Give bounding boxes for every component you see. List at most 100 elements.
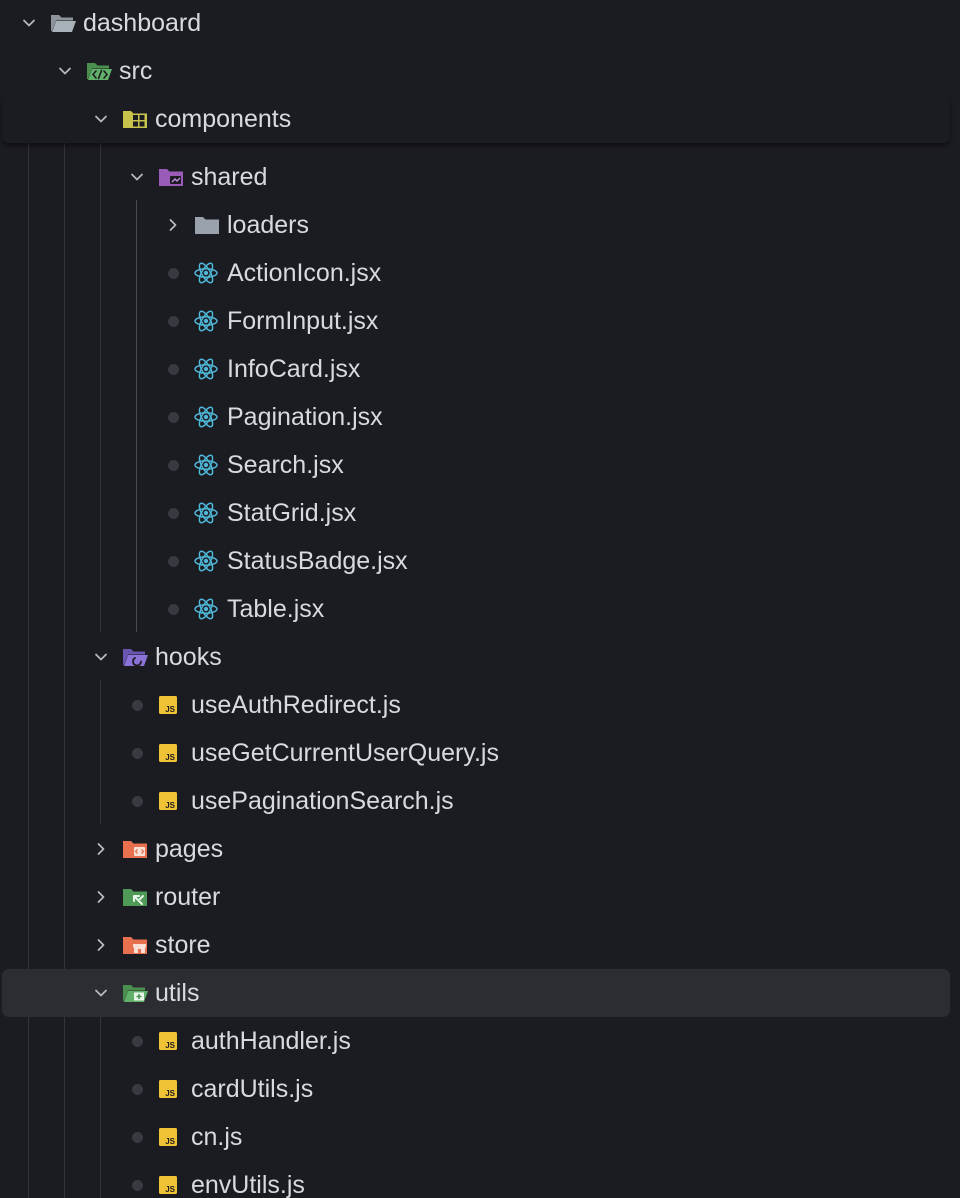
bullet-dot <box>123 1171 151 1198</box>
react-icon <box>193 259 223 287</box>
tree-file-item[interactable]: ActionIcon.jsx <box>2 249 950 297</box>
tree-folder-loaders[interactable]: loaders <box>2 201 950 249</box>
file-explorer-tree: dashboard src components shared loaders … <box>0 0 960 1198</box>
chevron-down-icon[interactable] <box>87 105 115 133</box>
folder-icon <box>193 211 223 239</box>
tree-file-item[interactable]: JS useAuthRedirect.js <box>2 681 950 729</box>
tree-file-item[interactable]: JS envUtils.js <box>2 1161 950 1198</box>
svg-text:JS: JS <box>165 753 175 762</box>
tree-folder-components[interactable]: components <box>2 95 950 143</box>
tree-file-item[interactable]: JS useGetCurrentUserQuery.js <box>2 729 950 777</box>
tree-file-item[interactable]: FormInput.jsx <box>2 297 950 345</box>
tree-file-item[interactable]: JS authHandler.js <box>2 1017 950 1065</box>
tree-file-item[interactable]: InfoCard.jsx <box>2 345 950 393</box>
bullet-dot <box>159 547 187 575</box>
tree-label: FormInput.jsx <box>227 307 379 335</box>
tree-folder-dashboard[interactable]: dashboard <box>2 0 950 47</box>
tree-label: utils <box>155 979 200 1007</box>
bullet-dot <box>123 787 151 815</box>
bullet-dot <box>123 1027 151 1055</box>
chevron-down-icon[interactable] <box>87 979 115 1007</box>
tree-file-item[interactable]: StatGrid.jsx <box>2 489 950 537</box>
react-icon <box>193 547 223 575</box>
tree-label: StatGrid.jsx <box>227 499 357 527</box>
tree-label: ActionIcon.jsx <box>227 259 382 287</box>
js-icon: JS <box>157 739 187 767</box>
tree-label: shared <box>191 163 268 191</box>
tree-label: envUtils.js <box>191 1171 305 1198</box>
react-icon <box>193 499 223 527</box>
tree-file-item[interactable]: JS cardUtils.js <box>2 1065 950 1113</box>
tree-label: InfoCard.jsx <box>227 355 361 383</box>
svg-text:JS: JS <box>165 1137 175 1146</box>
chevron-down-icon[interactable] <box>123 163 151 191</box>
js-icon: JS <box>157 691 187 719</box>
tree-label: components <box>155 105 292 133</box>
js-icon: JS <box>157 1027 187 1055</box>
bullet-dot <box>159 355 187 383</box>
tree-label: Table.jsx <box>227 595 325 623</box>
chevron-down-icon[interactable] <box>87 643 115 671</box>
tree-label: pages <box>155 835 224 863</box>
react-icon <box>193 403 223 431</box>
tree-label: dashboard <box>83 9 202 37</box>
tree-file-item[interactable]: JS usePaginationSearch.js <box>2 777 950 825</box>
bullet-dot <box>123 691 151 719</box>
bullet-dot <box>159 499 187 527</box>
bullet-dot <box>159 403 187 431</box>
folder-router-icon <box>121 883 151 911</box>
bullet-dot <box>159 307 187 335</box>
folder-shared-icon <box>157 163 187 191</box>
tree-file-item[interactable]: Pagination.jsx <box>2 393 950 441</box>
react-icon <box>193 307 223 335</box>
svg-text:JS: JS <box>165 705 175 714</box>
tree-label: Pagination.jsx <box>227 403 383 431</box>
svg-text:JS: JS <box>165 1185 175 1194</box>
tree-folder-hooks[interactable]: hooks <box>2 633 950 681</box>
folder-components-icon <box>121 105 151 133</box>
bullet-dot <box>123 1123 151 1151</box>
chevron-right-icon[interactable] <box>87 835 115 863</box>
bullet-dot <box>159 259 187 287</box>
tree-folder-store[interactable]: store <box>2 921 950 969</box>
tree-file-item[interactable]: Table.jsx <box>2 585 950 633</box>
folder-pages-icon <box>121 835 151 863</box>
folder-store-icon <box>121 931 151 959</box>
js-icon: JS <box>157 1171 187 1198</box>
tree-label: authHandler.js <box>191 1027 351 1055</box>
tree-label: store <box>155 931 211 959</box>
tree-file-item[interactable]: JS cn.js <box>2 1113 950 1161</box>
react-icon <box>193 451 223 479</box>
chevron-down-icon[interactable] <box>51 57 79 85</box>
tree-file-item[interactable]: StatusBadge.jsx <box>2 537 950 585</box>
tree-label: StatusBadge.jsx <box>227 547 408 575</box>
tree-label: loaders <box>227 211 309 239</box>
tree-label: Search.jsx <box>227 451 344 479</box>
tree-folder-utils[interactable]: utils <box>2 969 950 1017</box>
tree-label: cn.js <box>191 1123 243 1151</box>
js-icon: JS <box>157 1123 187 1151</box>
svg-text:JS: JS <box>165 1089 175 1098</box>
tree-label: cardUtils.js <box>191 1075 314 1103</box>
folder-utils-icon <box>121 979 151 1007</box>
chevron-right-icon[interactable] <box>87 883 115 911</box>
chevron-down-icon[interactable] <box>15 9 43 37</box>
svg-text:JS: JS <box>165 1041 175 1050</box>
tree-label: useGetCurrentUserQuery.js <box>191 739 499 767</box>
tree-folder-src[interactable]: src <box>2 47 950 95</box>
tree-label: hooks <box>155 643 222 671</box>
tree-label: src <box>119 57 153 85</box>
react-icon <box>193 355 223 383</box>
react-icon <box>193 595 223 623</box>
chevron-right-icon[interactable] <box>159 211 187 239</box>
folder-src-icon <box>85 57 115 85</box>
tree-folder-shared[interactable]: shared <box>2 153 950 201</box>
tree-file-item[interactable]: Search.jsx <box>2 441 950 489</box>
folder-open-icon <box>49 9 79 37</box>
tree-folder-router[interactable]: router <box>2 873 950 921</box>
bullet-dot <box>159 451 187 479</box>
svg-text:JS: JS <box>165 801 175 810</box>
chevron-right-icon[interactable] <box>87 931 115 959</box>
folder-hooks-icon <box>121 643 151 671</box>
tree-folder-pages[interactable]: pages <box>2 825 950 873</box>
